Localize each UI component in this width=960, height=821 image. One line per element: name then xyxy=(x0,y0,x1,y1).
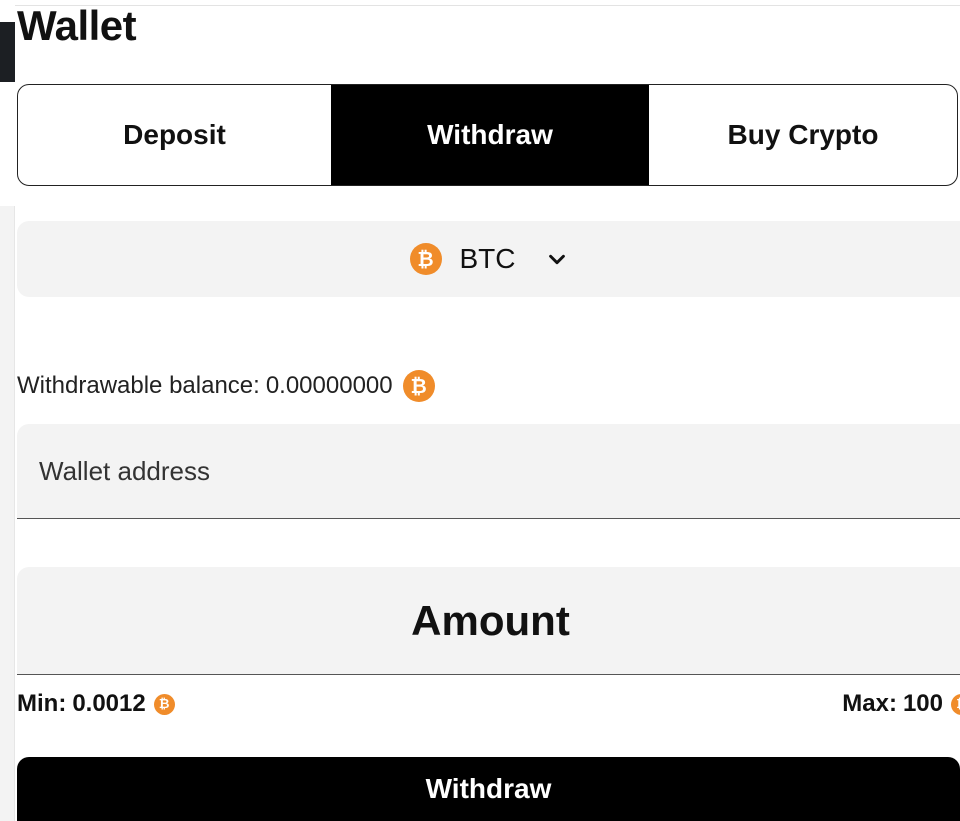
bitcoin-icon: ₿ xyxy=(402,370,435,402)
amount-input[interactable] xyxy=(17,567,960,675)
max-value: 100 xyxy=(902,690,943,717)
tab-withdraw[interactable]: Withdraw xyxy=(331,85,649,185)
wallet-address-field xyxy=(17,424,960,519)
withdraw-button[interactable]: Withdraw xyxy=(17,757,960,821)
bitcoin-icon: ₿ xyxy=(153,693,175,715)
wallet-page: Wallet Deposit Withdraw Buy Crypto ₿ BTC… xyxy=(0,0,960,821)
currency-select[interactable]: ₿ BTC xyxy=(17,221,960,297)
min-limit: Min: 0.0012 ₿ xyxy=(17,688,175,720)
wallet-address-input[interactable] xyxy=(37,424,941,518)
balance-value: 0.00000000 xyxy=(265,372,393,399)
amount-limits: Min: 0.0012 ₿ Max: 100 ₿ xyxy=(17,688,960,720)
tab-buy-crypto[interactable]: Buy Crypto xyxy=(649,85,957,185)
min-label: Min: xyxy=(17,690,67,717)
tab-deposit[interactable]: Deposit xyxy=(18,85,331,185)
min-value: 0.0012 xyxy=(72,690,146,717)
chevron-down-icon xyxy=(548,254,565,265)
max-label: Max: xyxy=(842,690,897,717)
bitcoin-icon: ₿ xyxy=(409,243,442,275)
max-limit: Max: 100 ₿ xyxy=(842,688,960,720)
wallet-tabs: Deposit Withdraw Buy Crypto xyxy=(17,84,958,186)
balance-label: Withdrawable balance: xyxy=(17,372,260,399)
amount-field xyxy=(17,567,960,675)
withdrawable-balance: Withdrawable balance: 0.00000000 ₿ xyxy=(17,369,435,403)
page-title: Wallet xyxy=(17,2,137,49)
sidebar-edge xyxy=(0,22,15,82)
wallet-panel: Wallet Deposit Withdraw Buy Crypto ₿ BTC… xyxy=(17,0,960,821)
bitcoin-icon: ₿ xyxy=(951,693,960,715)
sidebar-rail xyxy=(0,206,15,821)
currency-code: BTC xyxy=(459,243,516,274)
